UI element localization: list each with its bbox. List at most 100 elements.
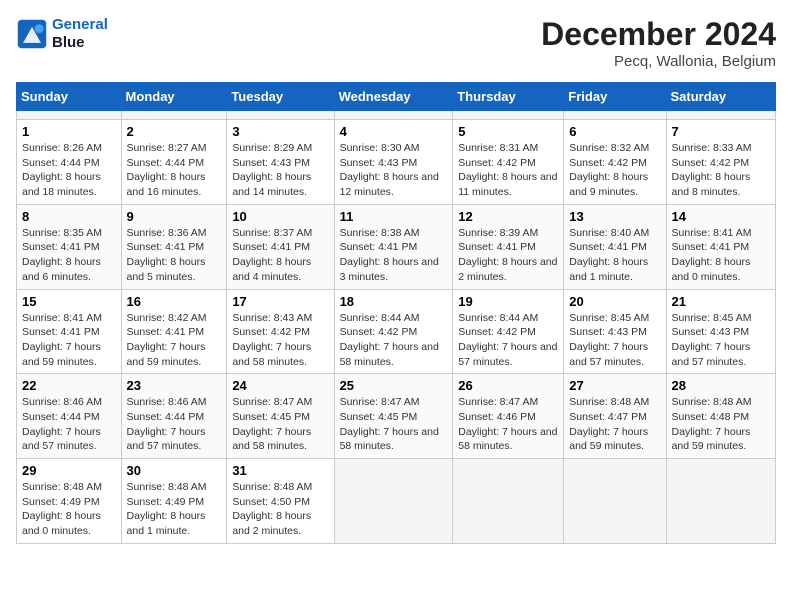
calendar-cell: 30Sunrise: 8:48 AM Sunset: 4:49 PM Dayli… [121,459,227,544]
day-number: 19 [458,294,558,309]
weekday-header-saturday: Saturday [666,83,775,111]
day-info: Sunrise: 8:46 AM Sunset: 4:44 PM Dayligh… [22,395,116,454]
day-number: 22 [22,378,116,393]
day-info: Sunrise: 8:26 AM Sunset: 4:44 PM Dayligh… [22,141,116,200]
calendar-cell: 17 Sunrise: 8:43 AM Sunset: 4:42 PM Dayli… [227,289,334,374]
calendar-cell [666,111,775,120]
day-info: Sunrise: 8:41 AM Sunset: 4:41 PM Dayligh… [672,226,770,285]
calendar-cell: 4Sunrise: 8:30 AM Sunset: 4:43 PM Daylig… [334,120,453,205]
calendar-cell: 26 Sunrise: 8:47 AM Sunset: 4:46 PM Dayli… [453,374,564,459]
day-info: Sunrise: 8:45 AM Sunset: 4:43 PM Dayligh… [672,311,770,370]
weekday-header-tuesday: Tuesday [227,83,334,111]
day-number: 11 [340,209,448,224]
calendar-cell [334,111,453,120]
day-info: Sunrise: 8:44 AM Sunset: 4:42 PM Dayligh… [340,311,448,370]
calendar-cell: 7 Sunrise: 8:33 AM Sunset: 4:42 PM Daylig… [666,120,775,205]
title-block: December 2024 Pecq, Wallonia, Belgium [541,16,776,70]
calendar-cell [564,111,666,120]
calendar-cell: 11 Sunrise: 8:38 AM Sunset: 4:41 PM Dayli… [334,204,453,289]
calendar-week-3: 15 Sunrise: 8:41 AM Sunset: 4:41 PM Dayli… [17,289,776,374]
logo-icon [16,18,48,50]
calendar-cell [564,459,666,544]
day-number: 8 [22,209,116,224]
weekday-header-wednesday: Wednesday [334,83,453,111]
day-number: 1 [22,124,116,139]
day-number: 17 [232,294,328,309]
calendar-cell: 14 Sunrise: 8:41 AM Sunset: 4:41 PM Dayli… [666,204,775,289]
calendar-cell: 10Sunrise: 8:37 AM Sunset: 4:41 PM Dayli… [227,204,334,289]
day-info: Sunrise: 8:31 AM Sunset: 4:42 PM Dayligh… [458,141,558,200]
logo-text: General Blue [52,16,108,52]
calendar-cell: 21 Sunrise: 8:45 AM Sunset: 4:43 PM Dayli… [666,289,775,374]
calendar-cell: 27 Sunrise: 8:48 AM Sunset: 4:47 PM Dayli… [564,374,666,459]
day-info: Sunrise: 8:48 AM Sunset: 4:47 PM Dayligh… [569,395,660,454]
calendar-cell: 15 Sunrise: 8:41 AM Sunset: 4:41 PM Dayli… [17,289,122,374]
day-number: 3 [232,124,328,139]
calendar-cell [334,459,453,544]
day-number: 13 [569,209,660,224]
day-info: Sunrise: 8:46 AM Sunset: 4:44 PM Dayligh… [127,395,222,454]
day-number: 15 [22,294,116,309]
calendar-cell: 20 Sunrise: 8:45 AM Sunset: 4:43 PM Dayli… [564,289,666,374]
day-info: Sunrise: 8:47 AM Sunset: 4:45 PM Dayligh… [232,395,328,454]
day-number: 18 [340,294,448,309]
calendar-cell: 1 Sunrise: 8:26 AM Sunset: 4:44 PM Daylig… [17,120,122,205]
calendar-cell: 8 Sunrise: 8:35 AM Sunset: 4:41 PM Daylig… [17,204,122,289]
day-info: Sunrise: 8:32 AM Sunset: 4:42 PM Dayligh… [569,141,660,200]
calendar-cell: 22 Sunrise: 8:46 AM Sunset: 4:44 PM Dayli… [17,374,122,459]
calendar-cell: 25Sunrise: 8:47 AM Sunset: 4:45 PM Dayli… [334,374,453,459]
weekday-header-friday: Friday [564,83,666,111]
day-number: 23 [127,378,222,393]
calendar-cell: 31Sunrise: 8:48 AM Sunset: 4:50 PM Dayli… [227,459,334,544]
calendar-table: SundayMondayTuesdayWednesdayThursdayFrid… [16,82,776,544]
calendar-cell: 2Sunrise: 8:27 AM Sunset: 4:44 PM Daylig… [121,120,227,205]
page-subtitle: Pecq, Wallonia, Belgium [541,53,776,70]
day-info: Sunrise: 8:38 AM Sunset: 4:41 PM Dayligh… [340,226,448,285]
page-title: December 2024 [541,16,776,53]
day-number: 7 [672,124,770,139]
day-info: Sunrise: 8:33 AM Sunset: 4:42 PM Dayligh… [672,141,770,200]
calendar-cell [121,111,227,120]
day-number: 14 [672,209,770,224]
day-info: Sunrise: 8:45 AM Sunset: 4:43 PM Dayligh… [569,311,660,370]
day-info: Sunrise: 8:48 AM Sunset: 4:49 PM Dayligh… [22,480,116,539]
day-info: Sunrise: 8:35 AM Sunset: 4:41 PM Dayligh… [22,226,116,285]
day-number: 9 [127,209,222,224]
logo: General Blue [16,16,108,52]
calendar-cell [666,459,775,544]
calendar-cell: 29Sunrise: 8:48 AM Sunset: 4:49 PM Dayli… [17,459,122,544]
day-number: 25 [340,378,448,393]
calendar-cell: 28 Sunrise: 8:48 AM Sunset: 4:48 PM Dayli… [666,374,775,459]
day-info: Sunrise: 8:29 AM Sunset: 4:43 PM Dayligh… [232,141,328,200]
day-number: 26 [458,378,558,393]
calendar-cell: 6Sunrise: 8:32 AM Sunset: 4:42 PM Daylig… [564,120,666,205]
calendar-cell [17,111,122,120]
calendar-week-5: 29Sunrise: 8:48 AM Sunset: 4:49 PM Dayli… [17,459,776,544]
calendar-week-2: 8 Sunrise: 8:35 AM Sunset: 4:41 PM Daylig… [17,204,776,289]
day-info: Sunrise: 8:37 AM Sunset: 4:41 PM Dayligh… [232,226,328,285]
day-number: 2 [127,124,222,139]
calendar-cell [453,459,564,544]
calendar-cell: 19Sunrise: 8:44 AM Sunset: 4:42 PM Dayli… [453,289,564,374]
day-info: Sunrise: 8:43 AM Sunset: 4:42 PM Dayligh… [232,311,328,370]
calendar-cell: 5Sunrise: 8:31 AM Sunset: 4:42 PM Daylig… [453,120,564,205]
calendar-week-4: 22 Sunrise: 8:46 AM Sunset: 4:44 PM Dayli… [17,374,776,459]
weekday-header-sunday: Sunday [17,83,122,111]
day-number: 4 [340,124,448,139]
day-number: 21 [672,294,770,309]
day-number: 20 [569,294,660,309]
calendar-cell [227,111,334,120]
calendar-cell [453,111,564,120]
calendar-cell: 16Sunrise: 8:42 AM Sunset: 4:41 PM Dayli… [121,289,227,374]
day-info: Sunrise: 8:48 AM Sunset: 4:48 PM Dayligh… [672,395,770,454]
day-info: Sunrise: 8:36 AM Sunset: 4:41 PM Dayligh… [127,226,222,285]
calendar-cell: 3 Sunrise: 8:29 AM Sunset: 4:43 PM Daylig… [227,120,334,205]
weekday-header-thursday: Thursday [453,83,564,111]
day-info: Sunrise: 8:41 AM Sunset: 4:41 PM Dayligh… [22,311,116,370]
day-number: 28 [672,378,770,393]
day-info: Sunrise: 8:48 AM Sunset: 4:50 PM Dayligh… [232,480,328,539]
calendar-cell: 18 Sunrise: 8:44 AM Sunset: 4:42 PM Dayli… [334,289,453,374]
day-number: 27 [569,378,660,393]
calendar-week-1: 1 Sunrise: 8:26 AM Sunset: 4:44 PM Daylig… [17,120,776,205]
day-info: Sunrise: 8:47 AM Sunset: 4:46 PM Dayligh… [458,395,558,454]
